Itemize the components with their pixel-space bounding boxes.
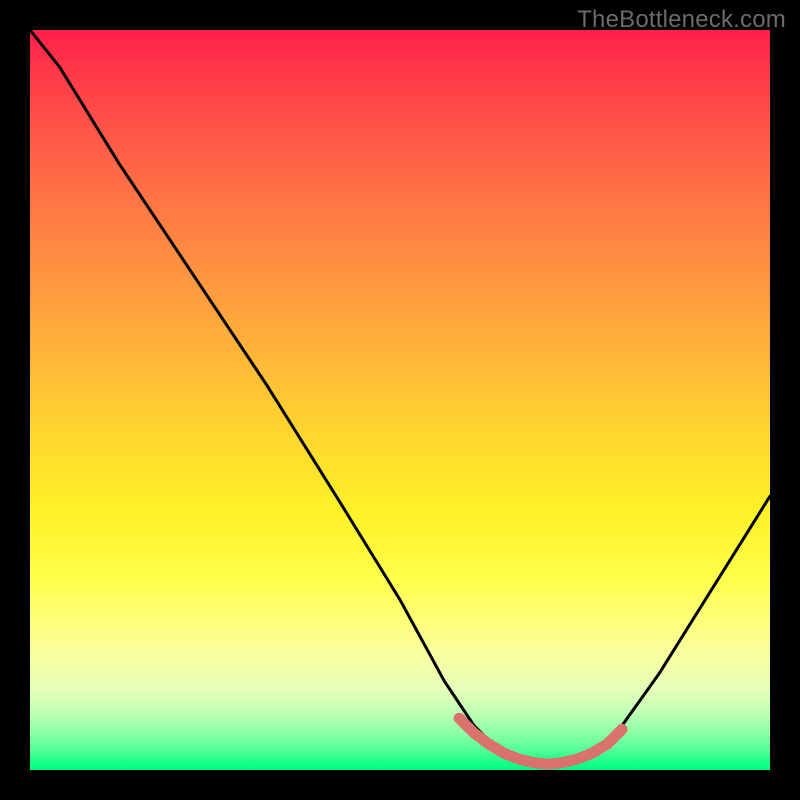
curve-layer <box>30 30 770 770</box>
plot-area <box>30 30 770 770</box>
watermark-text: TheBottleneck.com <box>577 6 786 34</box>
main-curve-path <box>30 30 770 764</box>
chart-frame: TheBottleneck.com <box>0 0 800 800</box>
highlight-curve-path <box>459 718 622 764</box>
